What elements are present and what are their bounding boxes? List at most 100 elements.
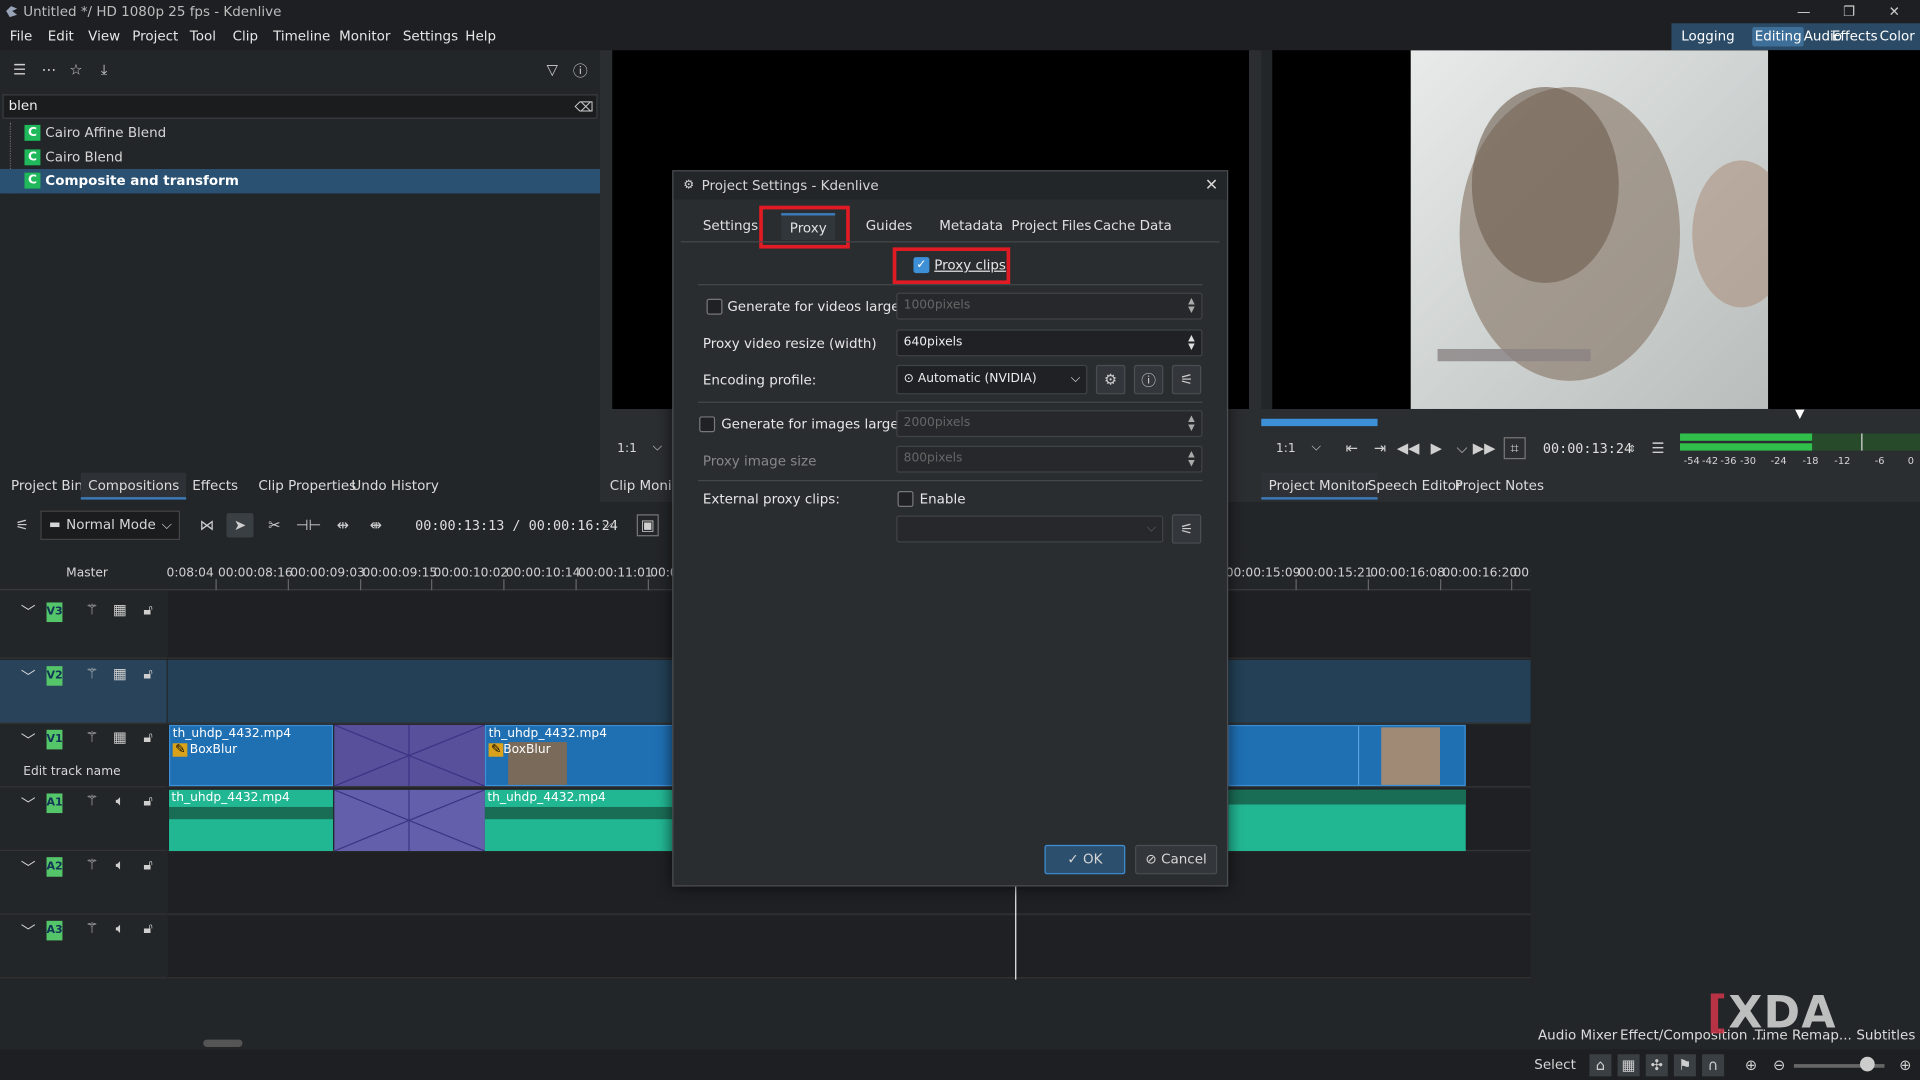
lock-icon[interactable]: 🔓︎	[140, 792, 157, 809]
composition-search-input[interactable]: blen ⌫	[2, 94, 598, 119]
timeline-timecode[interactable]: 00:00:13:13 / 00:00:16:24	[415, 518, 618, 534]
proxy-clips-label[interactable]: Proxy clips	[934, 257, 1006, 273]
menu-timeline[interactable]: Timeline	[273, 23, 330, 50]
tab-effects[interactable]: Effects	[185, 473, 245, 500]
list-item-composite-and-transform[interactable]: C Composite and transform	[0, 168, 601, 194]
rewind-icon[interactable]: ◀◀	[1397, 440, 1420, 457]
film-icon[interactable]: ▦	[111, 729, 128, 746]
lock-icon[interactable]: 🔓︎	[140, 664, 157, 682]
film-icon[interactable]: ▦	[1617, 1054, 1640, 1077]
chevron-down-icon[interactable]: ⌵	[1311, 441, 1320, 454]
film-icon[interactable]: ▦	[111, 665, 128, 682]
tab-undo-history[interactable]: Undo History	[344, 473, 446, 500]
spinner-icon[interactable]: ▲ ▼	[1187, 450, 1197, 468]
encoding-profile-select[interactable]: ⊙ Automatic (NVIDIA) ⌵	[896, 364, 1088, 395]
snap-icon[interactable]: ∩	[1702, 1054, 1725, 1077]
list-view-icon[interactable]: ☰	[10, 60, 30, 80]
timecode-spinner-icon[interactable]: ⇕	[1626, 440, 1638, 457]
effects-wand-icon[interactable]: ⚚	[83, 729, 100, 746]
fast-forward-icon[interactable]: ▶▶	[1473, 440, 1496, 457]
monitor-menu-icon[interactable]: ☰	[1649, 440, 1666, 457]
collapse-chevron-icon[interactable]: ﹀	[21, 793, 36, 814]
project-monitor-zoom[interactable]: 1:1	[1276, 442, 1296, 455]
effects-wand-icon[interactable]: ⚚	[83, 792, 100, 809]
in-point-icon[interactable]: ⇤	[1343, 440, 1360, 457]
favorite-star-icon[interactable]: ☆	[66, 60, 86, 80]
crop-icon[interactable]: ⌗	[1503, 437, 1526, 460]
project-timecode[interactable]: 00:00:13:24	[1543, 441, 1632, 457]
razor-tool-icon[interactable]: ✂	[264, 516, 284, 536]
audio-clip[interactable]: th_uhdp_4432.mp4	[484, 789, 676, 852]
menu-edit[interactable]: Edit	[48, 23, 74, 50]
list-item-cairo-blend[interactable]: C Cairo Blend	[0, 146, 600, 170]
clip-monitor-zoom[interactable]: 1:1	[617, 442, 637, 455]
composition-clip[interactable]	[334, 724, 485, 787]
settings-sliders-icon[interactable]: ⚟	[1171, 514, 1202, 544]
track-header-v1[interactable]: ﹀ V1 ⚚ ▦ 🔓︎ Edit track name	[0, 724, 167, 788]
lock-icon[interactable]: 🔓︎	[140, 728, 157, 746]
tab-metadata[interactable]: Metadata	[932, 213, 1010, 240]
playback-progress[interactable]	[1261, 418, 1378, 427]
tab-settings[interactable]: Settings	[696, 213, 766, 240]
layout-editing[interactable]: Editing	[1752, 26, 1805, 47]
effects-wand-icon[interactable]: ⚚	[83, 665, 100, 682]
split-icon[interactable]: ✣	[1645, 1054, 1668, 1077]
spinner-icon[interactable]: ▲ ▼	[1187, 334, 1197, 351]
speaker-icon[interactable]: 🔈︎	[111, 919, 128, 937]
select-tool-icon[interactable]: ➤	[226, 513, 254, 538]
filter-icon[interactable]: ▽	[542, 60, 562, 80]
tab-audio-mixer[interactable]: Audio Mixer	[1531, 1022, 1625, 1049]
track-header-v3[interactable]: ﹀ V3 ⚚ ▦ 🔓︎	[0, 591, 167, 659]
audio-composition[interactable]	[334, 789, 485, 852]
gen-videos-checkbox[interactable]	[706, 298, 723, 315]
collapse-chevron-icon[interactable]: ﹀	[21, 601, 36, 622]
ripple-tool-icon[interactable]: ⇹	[333, 516, 353, 536]
video-clip[interactable]: th_uhdp_4432.mp4 ✎ BoxBlur	[484, 724, 676, 787]
proxy-resize-input[interactable]: 640pixels ▲ ▼	[896, 329, 1203, 357]
layout-effects[interactable]: Effects	[1829, 27, 1880, 47]
timeline-settings-icon[interactable]: ⚟	[12, 516, 32, 536]
info-icon[interactable]: ⓘ	[1133, 364, 1164, 395]
external-enable-checkbox[interactable]	[897, 491, 914, 507]
menu-project[interactable]: Project	[132, 23, 178, 50]
more-icon[interactable]: ⋯	[39, 60, 59, 80]
video-clip[interactable]: th_uhdp_4432.mp4 ✎ BoxBlur	[168, 724, 334, 787]
maximize-button[interactable]: ❐	[1831, 0, 1868, 23]
effects-wand-icon[interactable]: ⚚	[83, 856, 100, 873]
minimize-button[interactable]: —	[1785, 0, 1822, 23]
zoom-in-icon[interactable]: ⊕	[1894, 1054, 1916, 1076]
settings-sliders-icon[interactable]: ⚟	[1171, 364, 1202, 395]
cancel-button[interactable]: ⊘ Cancel	[1135, 844, 1218, 875]
magnet-icon[interactable]: ⋈	[197, 516, 217, 536]
spinner-icon[interactable]: ▲ ▼	[1187, 297, 1197, 315]
lock-icon[interactable]: 🔓︎	[140, 919, 157, 937]
timeline-playhead[interactable]	[1015, 881, 1017, 980]
external-proxy-select[interactable]: ⌵	[896, 515, 1164, 543]
chevron-down-icon[interactable]: ⌵	[653, 441, 662, 454]
menu-view[interactable]: View	[88, 23, 120, 50]
timeline-preview-icon[interactable]: ▣	[636, 514, 659, 537]
gen-images-input[interactable]: 2000pixels ▲ ▼	[896, 410, 1203, 438]
chevron-down-icon[interactable]: ⌵	[602, 518, 611, 531]
configure-gear-icon[interactable]: ⚙	[1095, 364, 1126, 395]
video-clip[interactable]	[1228, 724, 1466, 787]
lock-icon[interactable]: 🔓︎	[140, 601, 157, 618]
tab-compositions[interactable]: Compositions	[80, 472, 187, 500]
speaker-icon[interactable]: 🔈︎	[111, 855, 128, 873]
collapse-chevron-icon[interactable]: ﹀	[21, 921, 36, 942]
gen-videos-input[interactable]: 1000pixels ▲ ▼	[896, 292, 1203, 320]
flag-icon[interactable]: ⚑	[1673, 1054, 1696, 1077]
zoom-fit-icon[interactable]: ⊕	[1740, 1054, 1762, 1076]
spacer-tool-icon[interactable]: ⊣⊢	[296, 516, 322, 536]
collapse-chevron-icon[interactable]: ﹀	[21, 730, 36, 751]
speaker-icon[interactable]: 🔈︎	[111, 792, 128, 809]
effects-wand-icon[interactable]: ⚚	[83, 920, 100, 937]
zoom-slider-handle[interactable]	[1860, 1056, 1875, 1072]
layout-color[interactable]: Color	[1877, 27, 1917, 47]
tab-project-notes[interactable]: Project Notes	[1447, 473, 1551, 500]
layout-logging[interactable]: Logging	[1679, 27, 1737, 47]
dialog-close-icon[interactable]: ✕	[1205, 171, 1218, 199]
clear-search-icon[interactable]: ⌫	[575, 98, 594, 115]
slip-tool-icon[interactable]: ⇼	[366, 516, 386, 536]
track-header-a2[interactable]: ﹀ A2 ⚚ 🔈︎ 🔓︎	[0, 852, 167, 915]
